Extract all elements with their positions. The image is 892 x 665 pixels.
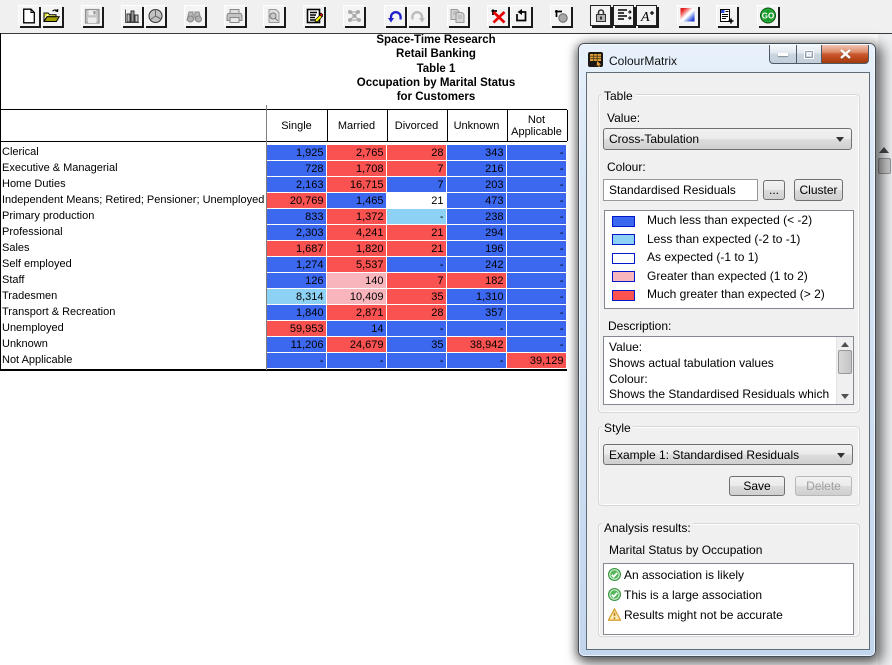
svg-text:GO: GO — [762, 12, 774, 21]
svg-text:A: A — [640, 10, 650, 23]
